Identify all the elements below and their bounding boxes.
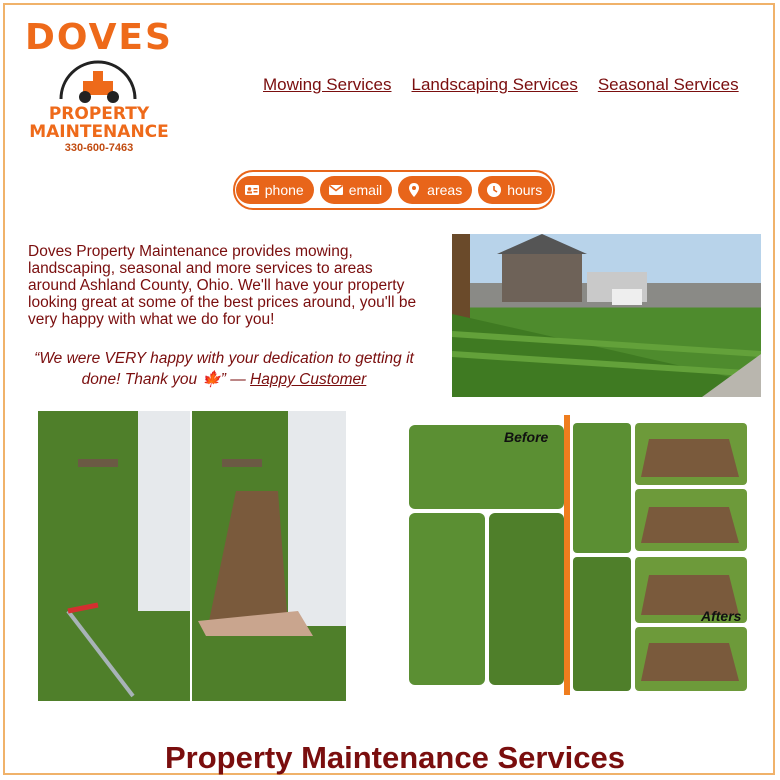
testimonial: “We were VERY happy with your dedication… [28, 348, 420, 390]
logo-phone: 330-600-7463 [64, 142, 134, 154]
section-title: Property Maintenance Services [164, 740, 626, 775]
hours-button[interactable]: hours [478, 176, 553, 204]
phone-label: phone [264, 182, 304, 198]
intro-text: Doves Property Maintenance provides mowi… [28, 243, 417, 328]
areas-label: areas [427, 182, 463, 198]
areas-button[interactable]: areas [398, 176, 473, 204]
mowed-lawn-photo [452, 234, 761, 397]
logo[interactable]: DOVES PROPERTY MAINTENANCE 330-600-7463 [19, 17, 179, 157]
logo-brand: DOVES [25, 17, 173, 58]
map-pin-icon [409, 183, 420, 197]
phone-button[interactable]: phone [235, 176, 314, 204]
logo-line1: PROPERTY [48, 104, 150, 124]
nav-seasonal-services[interactable]: Seasonal Services [598, 75, 739, 95]
garden-bed-before-after-photo [38, 411, 346, 701]
contact-bar: phone email areas hours [233, 170, 555, 210]
before-after-collage: Before Afters [409, 415, 749, 695]
email-button[interactable]: email [319, 176, 393, 204]
garden-bed-scene [38, 411, 346, 701]
hours-label: hours [507, 182, 543, 198]
envelope-icon [328, 184, 343, 195]
nav-mowing-services[interactable]: Mowing Services [263, 75, 392, 95]
afters-label: Afters [700, 608, 742, 624]
collage-grid: Before Afters [409, 415, 747, 695]
page-frame: DOVES PROPERTY MAINTENANCE 330-600-7463 … [3, 3, 775, 775]
nav-landscaping-services[interactable]: Landscaping Services [412, 75, 578, 95]
contact-card-icon [244, 185, 259, 195]
lawn-scene [452, 234, 761, 397]
main-nav: Mowing Services Landscaping Services Sea… [263, 75, 739, 95]
clock-icon [487, 183, 502, 197]
mower-icon [59, 60, 137, 103]
before-label: Before [504, 429, 549, 445]
email-label: email [348, 182, 383, 198]
logo-line2: MAINTENANCE [29, 122, 169, 142]
testimonial-author-link[interactable]: Happy Customer [250, 371, 366, 388]
